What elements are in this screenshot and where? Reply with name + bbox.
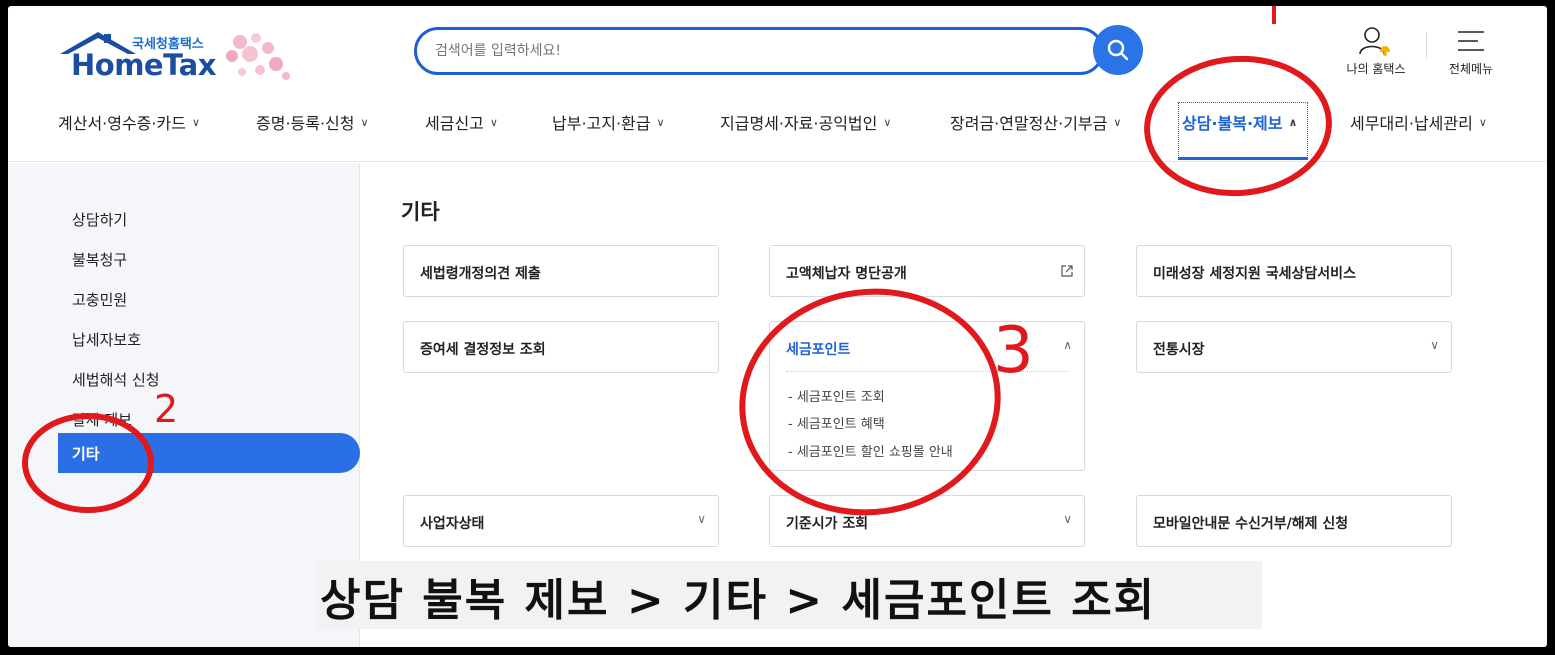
sidebar-item-complaint[interactable]: 고충민원 — [72, 289, 127, 310]
gnb-item-consult[interactable]: 상담·불복·제보 ∧ — [1182, 110, 1297, 134]
chevron-down-icon: ∨ — [1063, 512, 1072, 526]
chevron-up-icon: ∧ — [1063, 338, 1072, 352]
card-label: 기준시가 조회 — [786, 516, 869, 532]
submenu-label: 세금포인트 조회 — [796, 390, 885, 405]
sidebar-item-label: 기타 — [72, 445, 100, 463]
all-menu-button[interactable]: 전체메뉴 — [1436, 24, 1506, 80]
gnb-label: 지급명세·자료·공익법인 — [720, 114, 878, 133]
gnb-item-invoice[interactable]: 계산서·영수증·카드 ∨ — [58, 110, 200, 134]
gnb-item-incentive[interactable]: 장려금·연말정산·기부금 ∨ — [950, 110, 1121, 134]
hometax-logo[interactable]: 국세청홈택스 HomeTax — [58, 28, 298, 88]
sidebar-item-etc[interactable]: 기타 — [58, 433, 360, 473]
chevron-down-icon: ∨ — [360, 115, 369, 129]
my-hometax-button[interactable]: 나의 홈택스 — [1336, 24, 1416, 80]
page-frame: 국세청홈택스 HomeTax 나의 홈택스 — [8, 6, 1547, 647]
hamburger-icon — [1458, 31, 1484, 51]
card-future-growth[interactable]: 미래성장 세정지원 국세상담서비스 — [1136, 245, 1452, 297]
chevron-down-icon: ∨ — [1478, 115, 1487, 129]
header-divider — [1426, 32, 1427, 58]
submenu-tax-point-mall[interactable]: - 세금포인트 할인 쇼핑몰 안내 — [788, 441, 953, 460]
sidebar-item-protection[interactable]: 납세자보호 — [72, 329, 141, 350]
card-label: 세금포인트 — [786, 342, 851, 358]
gnb-label: 세금신고 — [425, 114, 484, 133]
global-nav: 계산서·영수증·카드 ∨ 증명·등록·신청 ∨ 세금신고 ∨ 납부·고지·환급 ∨ 지급… — [8, 98, 1547, 162]
chevron-up-icon: ∧ — [1288, 115, 1298, 129]
user-bell-icon — [1359, 27, 1390, 56]
external-link-icon — [1061, 265, 1073, 277]
chevron-down-icon: ∨ — [697, 512, 706, 526]
sidebar-item-consult[interactable]: 상담하기 — [72, 209, 127, 230]
gnb-label: 상담·불복·제보 — [1182, 114, 1283, 133]
submenu-label: 세금포인트 할인 쇼핑몰 안내 — [796, 445, 953, 460]
card-label: 모바일안내문 수신거부/해제 신청 — [1153, 516, 1349, 532]
gnb-item-payment[interactable]: 납부·고지·환급 ∨ — [552, 110, 665, 134]
all-menu-label: 전체메뉴 — [1448, 62, 1494, 76]
card-gift-tax[interactable]: 증여세 결정정보 조회 — [403, 321, 719, 373]
submenu-tax-point-inquiry[interactable]: - 세금포인트 조회 — [788, 386, 885, 405]
card-standard-price[interactable]: 기준시가 조회 ∨ — [769, 495, 1085, 547]
sidebar-item-report[interactable]: 탈세 제보 — [72, 409, 132, 430]
card-label: 세법령개정의견 제출 — [420, 266, 541, 282]
card-divider — [786, 371, 1068, 372]
gnb-item-statements[interactable]: 지급명세·자료·공익법인 ∨ — [720, 110, 891, 134]
sidebar: 상담하기 불복청구 고충민원 납세자보호 세법해석 신청 탈세 제보 기타 — [8, 163, 360, 647]
sidebar-item-interpretation[interactable]: 세법해석 신청 — [72, 369, 160, 390]
card-mobile-notice[interactable]: 모바일안내문 수신거부/해제 신청 — [1136, 495, 1452, 547]
annotation-caption: 상담 불복 제보 > 기타 > 세금포인트 조회 — [320, 575, 1157, 626]
my-hometax-label: 나의 홈택스 — [1346, 62, 1406, 76]
card-delinquent-list[interactable]: 고액체납자 명단공개 — [769, 245, 1085, 297]
gnb-active-underline — [1178, 157, 1308, 160]
chevron-down-icon: ∨ — [656, 115, 665, 129]
gnb-item-certificate[interactable]: 증명·등록·신청 ∨ — [256, 110, 369, 134]
search-icon — [1107, 39, 1129, 61]
card-label: 증여세 결정정보 조회 — [420, 342, 546, 358]
card-business-status[interactable]: 사업자상태 ∨ — [403, 495, 719, 547]
page-title: 기타 — [401, 200, 440, 224]
card-tax-law-opinion[interactable]: 세법령개정의견 제출 — [403, 245, 719, 297]
chevron-down-icon: ∨ — [883, 115, 892, 129]
gnb-item-tax-return[interactable]: 세금신고 ∨ — [425, 110, 498, 134]
sidebar-item-appeal[interactable]: 불복청구 — [72, 249, 127, 270]
gnb-item-agent[interactable]: 세무대리·납세관리 ∨ — [1350, 110, 1487, 134]
gnb-label: 증명·등록·신청 — [256, 114, 355, 133]
chevron-down-icon: ∨ — [489, 115, 498, 129]
submenu-label: 세금포인트 혜택 — [796, 417, 885, 432]
submenu-tax-point-benefit[interactable]: - 세금포인트 혜택 — [788, 413, 885, 432]
logo-wordmark: HomeTax — [71, 48, 216, 82]
card-traditional-market[interactable]: 전통시장 ∨ — [1136, 321, 1452, 373]
gnb-label: 계산서·영수증·카드 — [58, 114, 186, 133]
card-label: 고액체납자 명단공개 — [786, 266, 907, 282]
card-label: 미래성장 세정지원 국세상담서비스 — [1153, 266, 1356, 282]
card-label: 전통시장 — [1153, 342, 1205, 358]
gnb-label: 납부·고지·환급 — [552, 114, 651, 133]
chevron-down-icon: ∨ — [191, 115, 200, 129]
chevron-down-icon: ∨ — [1113, 115, 1122, 129]
gnb-label: 장려금·연말정산·기부금 — [950, 114, 1108, 133]
search-box[interactable] — [414, 27, 1104, 75]
search-input[interactable] — [435, 30, 1075, 72]
cherry-blossom-icon — [226, 33, 290, 80]
card-tax-point[interactable]: 세금포인트 ∧ - 세금포인트 조회 - 세금포인트 혜택 - 세금포인트 할인… — [769, 321, 1085, 471]
gnb-label: 세무대리·납세관리 — [1350, 114, 1473, 133]
search-button[interactable] — [1093, 25, 1143, 75]
chevron-down-icon: ∨ — [1430, 338, 1439, 352]
card-label: 사업자상태 — [420, 516, 485, 532]
